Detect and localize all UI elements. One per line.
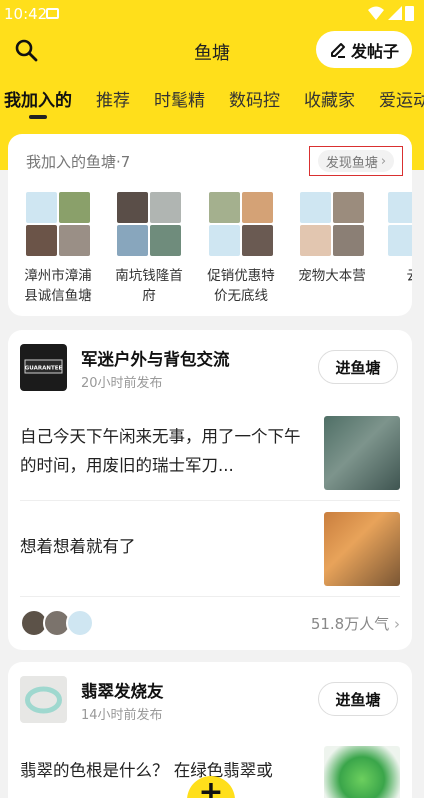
discover-ponds-highlight: 发现鱼塘 › bbox=[309, 146, 403, 176]
pond-item[interactable]: 漳州市漳浦县诚信鱼塘 bbox=[18, 192, 98, 306]
pond-thumbnail bbox=[117, 192, 148, 223]
popularity-count[interactable]: 51.8万人气 › bbox=[311, 613, 400, 634]
mascot-thumbnail bbox=[300, 192, 331, 223]
active-tab-indicator bbox=[29, 115, 47, 119]
post-image bbox=[324, 746, 400, 798]
signal-icon bbox=[388, 6, 402, 20]
pond-thumbnail bbox=[59, 192, 90, 223]
group-name: 翡翠发烧友 bbox=[81, 682, 164, 701]
pond-name: 宠物大本营 bbox=[298, 268, 366, 284]
post-image bbox=[324, 416, 400, 490]
tab-joined[interactable]: 我加入的 bbox=[4, 86, 72, 111]
pond-item[interactable]: 南坑钱隆首府 bbox=[109, 192, 189, 306]
join-pond-button[interactable]: 进鱼塘 bbox=[318, 682, 398, 716]
divider bbox=[20, 500, 400, 501]
group-avatar: GUARANTEE bbox=[20, 344, 67, 391]
post-item[interactable]: 想着想着就有了 bbox=[20, 510, 400, 590]
my-ponds-card: 我加入的鱼塘·7 发现鱼塘 › 漳州市漳浦县诚信鱼塘 南坑钱隆首府 促销优惠特价… bbox=[8, 134, 412, 316]
status-time: 10:42 bbox=[4, 5, 48, 23]
pond-thumbnail bbox=[242, 192, 273, 223]
battery-icon bbox=[405, 6, 414, 21]
pond-thumbnail bbox=[333, 225, 364, 256]
pond-name: 漳州市漳浦县诚信鱼塘 bbox=[24, 268, 92, 304]
guarantee-badge-icon: GUARANTEE bbox=[24, 359, 63, 374]
pond-item[interactable]: 云霄 bbox=[380, 192, 412, 286]
pond-thumbnails bbox=[209, 192, 273, 256]
pond-thumbnail bbox=[242, 225, 273, 256]
jade-bangle-icon bbox=[25, 686, 62, 714]
tab-sports[interactable]: 爱运动 bbox=[379, 86, 424, 111]
post-image bbox=[324, 512, 400, 586]
category-tabs: 我加入的 推荐 时髦精 数码控 收藏家 爱运动 bbox=[0, 86, 424, 118]
tab-collector[interactable]: 收藏家 bbox=[304, 86, 355, 111]
wifi-icon bbox=[368, 6, 384, 20]
mascot-thumbnail bbox=[388, 225, 412, 256]
pond-item[interactable]: 促销优惠特价无底线 bbox=[201, 192, 281, 306]
group-avatar bbox=[20, 676, 67, 723]
chevron-right-icon: › bbox=[380, 153, 387, 169]
group-time: 20小时前发布 bbox=[81, 376, 163, 391]
member-avatar bbox=[66, 609, 94, 637]
popularity-label: 51.8万人气 bbox=[310, 615, 390, 633]
group-time: 14小时前发布 bbox=[81, 708, 163, 723]
join-pond-button[interactable]: 进鱼塘 bbox=[318, 350, 398, 384]
tab-recommended[interactable]: 推荐 bbox=[96, 86, 130, 111]
pencil-icon bbox=[330, 42, 345, 58]
pond-thumbnails bbox=[388, 192, 412, 256]
group-avatar-text: GUARANTEE bbox=[25, 366, 63, 372]
mascot-thumbnail bbox=[209, 225, 240, 256]
pond-thumbnail bbox=[26, 225, 57, 256]
my-ponds-title: 我加入的鱼塘·7 bbox=[26, 153, 131, 171]
chevron-right-icon: › bbox=[394, 615, 400, 633]
group-card[interactable]: GUARANTEE 军迷户外与背包交流 20小时前发布 进鱼塘 自己今天下午闲来… bbox=[8, 330, 412, 650]
tab-digital[interactable]: 数码控 bbox=[229, 86, 280, 111]
pond-thumbnail bbox=[117, 225, 148, 256]
mascot-thumbnail bbox=[388, 192, 412, 223]
pond-name: 南坑钱隆首府 bbox=[115, 268, 183, 304]
post-text: 翡翠的色根是什么？ 在绿色翡翠或 bbox=[20, 761, 273, 780]
pond-thumbnail bbox=[150, 225, 181, 256]
pond-thumbnails bbox=[26, 192, 90, 256]
status-bar: 10:42 bbox=[0, 0, 424, 30]
post-button[interactable]: 发帖子 bbox=[316, 31, 412, 68]
pond-thumbnail bbox=[59, 225, 90, 256]
post-item[interactable]: 自己今天下午闲来无事，用了一个下午的时间，用废旧的瑞士军刀... bbox=[20, 414, 400, 494]
pond-thumbnail bbox=[300, 225, 331, 256]
pond-thumbnail bbox=[209, 192, 240, 223]
pond-thumbnail bbox=[333, 192, 364, 223]
pond-thumbnail bbox=[150, 192, 181, 223]
pond-thumbnails bbox=[117, 192, 181, 256]
pond-name: 云霄 bbox=[380, 266, 413, 286]
member-avatars bbox=[20, 609, 100, 639]
post-button-label: 发帖子 bbox=[350, 41, 399, 61]
post-text: 自己今天下午闲来无事，用了一个下午的时间，用废旧的瑞士军刀... bbox=[20, 427, 301, 475]
discover-ponds-label: 发现鱼塘 bbox=[325, 155, 378, 171]
post-text: 想着想着就有了 bbox=[20, 537, 136, 556]
tab-fashion[interactable]: 时髦精 bbox=[154, 86, 205, 111]
mascot-thumbnail bbox=[26, 192, 57, 223]
group-name: 军迷户外与背包交流 bbox=[81, 350, 230, 369]
pond-thumbnails bbox=[300, 192, 364, 256]
discover-ponds-button[interactable]: 发现鱼塘 › bbox=[317, 150, 395, 172]
divider bbox=[20, 596, 400, 597]
pond-item[interactable]: 宠物大本营 bbox=[292, 192, 372, 286]
pond-name: 促销优惠特价无底线 bbox=[207, 268, 275, 304]
image-notification-icon bbox=[46, 8, 59, 19]
